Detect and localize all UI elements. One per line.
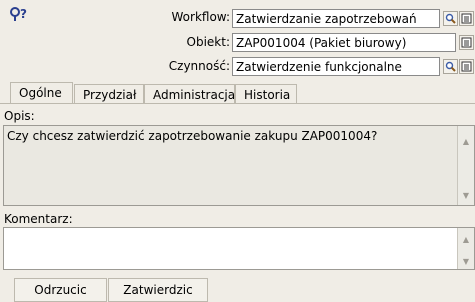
workflow-details-button[interactable]	[459, 11, 474, 26]
activity-details-button[interactable]	[459, 59, 474, 74]
object-field[interactable]: ZAP001004 (Pakiet biurowy)	[232, 33, 456, 52]
object-label: Obiekt:	[186, 35, 230, 49]
form-icon	[461, 61, 472, 72]
approve-button[interactable]: Zatwierdzic	[108, 278, 208, 302]
tab-administracja[interactable]: Administracja	[144, 84, 235, 103]
comment-scrollbar[interactable]: ▲ ▼	[457, 228, 474, 269]
description-area[interactable]: Czy chcesz zatwierdzić zapotrzebowanie z…	[3, 125, 475, 206]
svg-text:?: ?	[20, 7, 27, 21]
tab-strip-baseline	[0, 103, 475, 104]
scroll-down-icon[interactable]: ▼	[458, 254, 474, 268]
description-text: Czy chcesz zatwierdzić zapotrzebowanie z…	[7, 129, 378, 143]
workflow-label: Workflow:	[171, 10, 231, 24]
form-icon	[461, 37, 472, 48]
comment-label: Komentarz:	[4, 212, 73, 226]
tab-ogolne[interactable]: Ogólne	[10, 82, 73, 103]
scroll-up-icon[interactable]: ▲	[458, 134, 474, 148]
scroll-down-icon[interactable]: ▼	[458, 188, 474, 202]
description-scrollbar[interactable]: ▲ ▼	[457, 126, 474, 205]
workflow-search-button[interactable]	[443, 11, 458, 26]
description-label: Opis:	[4, 109, 35, 123]
reject-button[interactable]: Odrzucic	[14, 278, 107, 302]
help-icon[interactable]: ?	[9, 6, 31, 22]
activity-field[interactable]: Zatwierdzenie funkcjonalne	[232, 57, 440, 76]
comment-area[interactable]: ▲ ▼	[3, 227, 475, 270]
workflow-field[interactable]: Zatwierdzanie zapotrzebowań	[232, 9, 440, 28]
tab-historia[interactable]: Historia	[235, 84, 297, 103]
search-icon	[445, 61, 456, 72]
activity-search-button[interactable]	[443, 59, 458, 74]
form-icon	[461, 13, 472, 24]
tab-przydzial[interactable]: Przydział	[74, 84, 144, 103]
object-details-button[interactable]	[459, 35, 474, 50]
scroll-up-icon[interactable]: ▲	[458, 232, 474, 246]
search-icon	[445, 13, 456, 24]
activity-label: Czynność:	[168, 59, 230, 73]
